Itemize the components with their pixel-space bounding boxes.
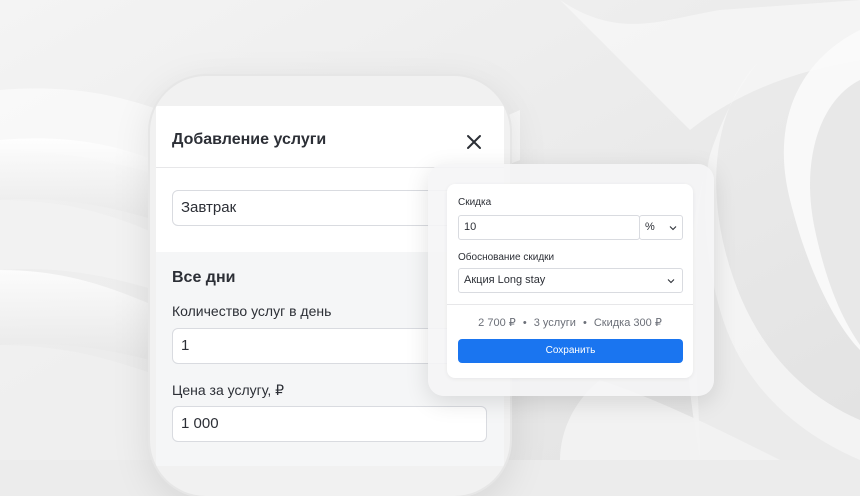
service-name-value: Завтрак	[181, 199, 237, 216]
reason-label: Обоснование скидки	[458, 252, 555, 263]
bullet-icon: •	[582, 317, 587, 329]
summary-services: 3 услуги	[533, 317, 576, 329]
chevron-down-icon	[669, 226, 677, 231]
popover-divider	[447, 304, 693, 305]
bullet-icon: •	[522, 317, 527, 329]
discount-summary: 2 700 ₽ • 3 услуги • Скидка 300 ₽	[447, 316, 693, 329]
discount-unit-select[interactable]: %	[639, 215, 683, 240]
service-name-input[interactable]: Завтрак	[172, 190, 472, 226]
section-title: Все дни	[172, 269, 236, 286]
dialog-header: Добавление услуги	[156, 106, 504, 168]
price-input[interactable]: 1 000	[172, 406, 487, 442]
close-icon[interactable]	[464, 132, 484, 152]
price-value: 1 000	[181, 415, 219, 432]
discount-label: Скидка	[458, 197, 492, 208]
reason-select[interactable]: Акция Long stay	[458, 268, 683, 293]
chevron-down-icon	[667, 279, 675, 284]
summary-discount: Скидка 300 ₽	[593, 317, 662, 329]
summary-total: 2 700 ₽	[478, 317, 516, 329]
quantity-input[interactable]: 1	[172, 328, 472, 364]
discount-unit-value: %	[645, 221, 655, 233]
discount-value: 10	[464, 221, 477, 233]
save-button[interactable]: Сохранить	[458, 339, 683, 363]
price-label: Цена за услугу, ₽	[172, 382, 285, 398]
dialog-title: Добавление услуги	[172, 131, 327, 148]
quantity-label: Количество услуг в день	[172, 303, 332, 319]
reason-value: Акция Long stay	[464, 274, 546, 286]
discount-input[interactable]: 10	[458, 215, 640, 240]
quantity-value: 1	[181, 337, 190, 354]
